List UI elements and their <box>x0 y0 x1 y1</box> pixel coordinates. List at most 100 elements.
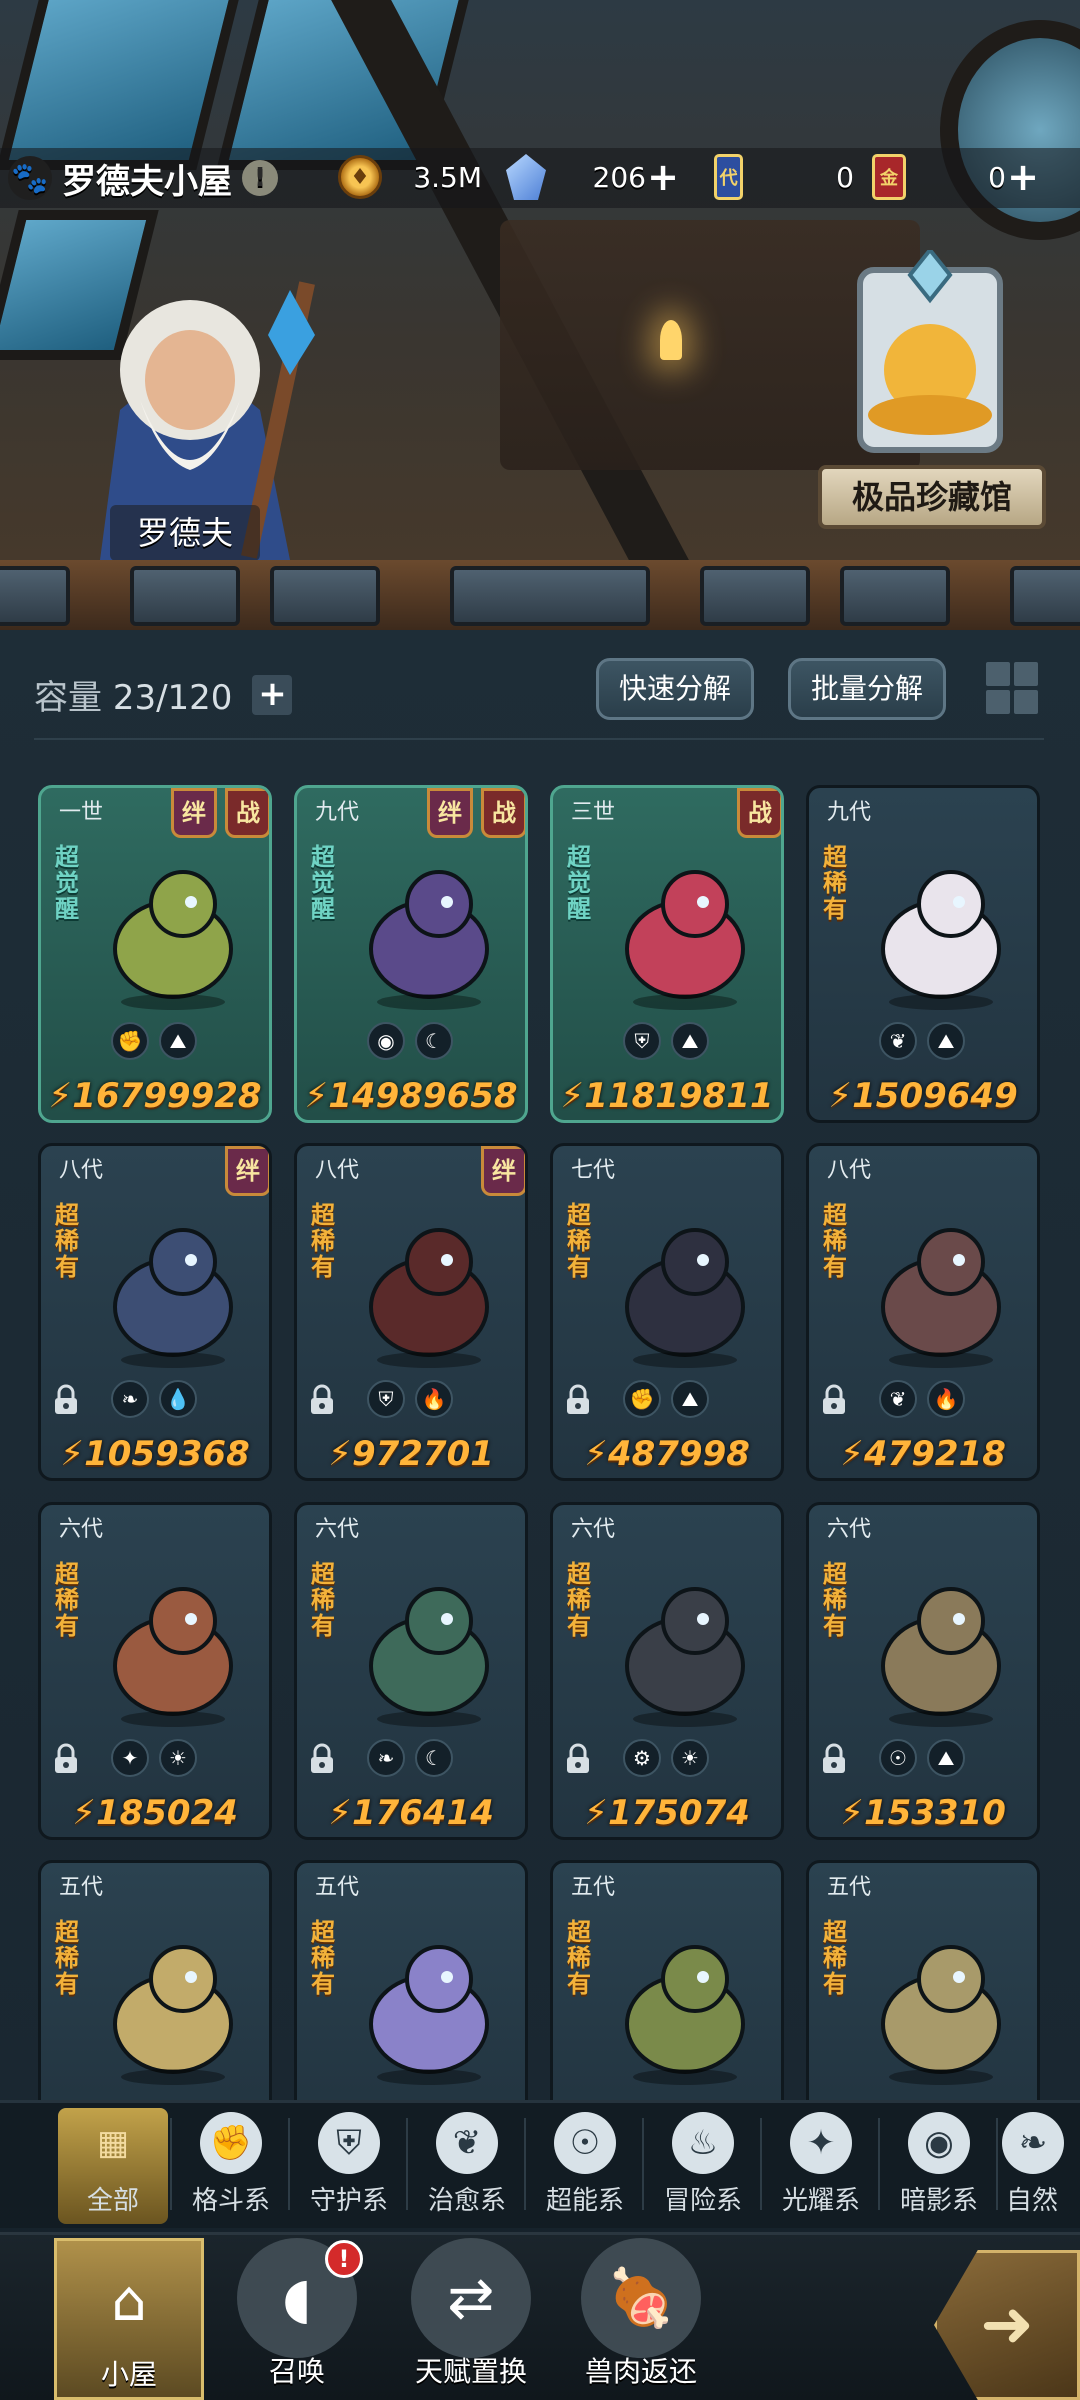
category-label: 自然 <box>1005 2186 1058 2216</box>
monster-portrait <box>369 870 489 1010</box>
category-tab[interactable]: ♨ 冒险系 <box>648 2108 758 2224</box>
trait-icons: ✊ ⛰ <box>553 1380 781 1420</box>
monster-card[interactable]: 八代绊超稀有 ⛨ 🔥 ⚡972701 <box>294 1143 528 1481</box>
museum-throne[interactable] <box>840 250 1020 460</box>
category-label: 暗影系 <box>899 2186 978 2216</box>
bond-badge: 绊 <box>427 788 473 838</box>
dai-card-icon: 代 <box>714 154 744 200</box>
category-tab[interactable]: ☉ 超能系 <box>530 2108 640 2224</box>
generation-label: 五代 <box>827 1875 872 1900</box>
museum-button[interactable]: 极品珍藏馆 <box>818 465 1046 529</box>
trait-icons: ☉ ⛰ <box>809 1739 1037 1779</box>
super-rare-label: 超稀有 <box>823 1918 847 1998</box>
monster-card[interactable]: 六代 超稀有 ✦ ☀ ⚡185024 <box>38 1502 272 1840</box>
super-rare-label: 超稀有 <box>823 1560 847 1640</box>
coin-icon: ♦ <box>338 155 382 199</box>
category-label: 光耀系 <box>781 2186 860 2216</box>
monster-card[interactable]: 五代 超稀有 <box>550 1860 784 2130</box>
dai-card-counter: 代 0 <box>714 152 854 202</box>
trait-icons: ⛨ 🔥 <box>297 1380 525 1420</box>
batch-decompose-button[interactable]: 批量分解 <box>788 658 947 720</box>
category-tab[interactable]: ⛨ 守护系 <box>294 2108 404 2224</box>
category-tab[interactable]: ✦ 光耀系 <box>766 2108 876 2224</box>
coin-counter: ♦ 3.5M <box>338 152 488 202</box>
meat-icon: 🍖 <box>581 2238 701 2358</box>
grid-view-icon[interactable] <box>984 660 1040 716</box>
nav-house[interactable]: ⌂ 小屋 <box>54 2238 204 2400</box>
monster-card[interactable]: 五代 超稀有 <box>294 1860 528 2130</box>
summon-alert-badge: ! <box>325 2240 363 2278</box>
generation-label: 八代 <box>315 1158 360 1183</box>
category-label: 冒险系 <box>663 2186 742 2216</box>
alien-icon: ☉ <box>879 1739 917 1777</box>
rock-icon: ⛰ <box>927 1022 965 1060</box>
hut-title: 🐾 罗德夫小屋 ! <box>8 150 278 206</box>
category-tab[interactable]: ▦ 全部 <box>58 2108 168 2224</box>
trait-icons: ✊ ⛰ <box>41 1022 269 1062</box>
add-crystal-button[interactable]: + <box>646 158 680 196</box>
monster-card[interactable]: 五代 超稀有 <box>38 1860 272 2130</box>
monster-portrait <box>113 1945 233 2085</box>
monster-card[interactable]: 三世战超觉醒 ⛨ ⛰ ⚡11819811 <box>550 785 784 1123</box>
generation-label: 六代 <box>315 1517 360 1542</box>
add-jin-card-button[interactable]: + <box>1006 158 1040 196</box>
jin-card-value: 0 <box>988 160 1006 194</box>
capacity: 容量 23/120 + <box>34 670 293 719</box>
category-separator <box>878 2118 880 2210</box>
monster-card[interactable]: 九代 超稀有 ❦ ⛰ ⚡1509649 <box>806 785 1040 1123</box>
category-tab[interactable]: ◉ 暗影系 <box>884 2108 994 2224</box>
expand-capacity-button[interactable]: + <box>252 674 293 715</box>
category-separator <box>760 2118 762 2210</box>
nav-meat[interactable]: 🍖 兽肉返还 <box>566 2238 716 2400</box>
monster-portrait <box>369 1945 489 2085</box>
battle-badge: 战 <box>737 788 781 838</box>
fist-icon: ✊ <box>623 1380 661 1418</box>
category-tab[interactable]: ❦ 治愈系 <box>412 2108 522 2224</box>
monster-card[interactable]: 五代超稀有 <box>806 1860 1040 2130</box>
quick-decompose-button[interactable]: 快速分解 <box>596 658 755 720</box>
shield-icon: ⛨ <box>318 2112 380 2174</box>
flame-icon: ♨ <box>672 2112 734 2174</box>
category-tab[interactable]: ✊ 格斗系 <box>176 2108 286 2224</box>
super-rare-label: 超稀有 <box>55 1201 79 1281</box>
fist-icon: ✊ <box>200 2112 262 2174</box>
monster-portrait <box>113 870 233 1010</box>
bond-badge: 绊 <box>481 1146 525 1196</box>
monster-card[interactable]: 八代 超稀有 ❦ 🔥 ⚡479218 <box>806 1143 1040 1481</box>
category-separator <box>996 2118 998 2210</box>
generation-label: 一世 <box>59 800 104 825</box>
monster-portrait <box>113 1228 233 1368</box>
leaf-icon: ❦ <box>879 1380 917 1418</box>
leaf-flame-icon: ❧ <box>1002 2112 1064 2174</box>
npc-name-label: 罗德夫 <box>110 505 260 561</box>
monster-card[interactable]: 六代 超稀有 ☉ ⛰ ⚡153310 <box>806 1502 1040 1840</box>
power-value: ⚡175074 <box>584 1793 750 1833</box>
monster-card[interactable]: 七代 超稀有 ✊ ⛰ ⚡487998 <box>550 1143 784 1481</box>
category-separator <box>170 2118 172 2210</box>
moon-icon: ☾ <box>415 1739 453 1777</box>
eye-icon: ◉ <box>367 1022 405 1060</box>
battle-badge: 战 <box>225 788 269 838</box>
info-icon[interactable]: ! <box>242 160 278 196</box>
candle-icon <box>660 320 682 360</box>
monster-card[interactable]: 一世战绊超觉醒 ✊ ⛰ ⚡16799928 <box>38 785 272 1123</box>
attic-window <box>0 0 244 170</box>
generation-label: 七代 <box>571 1158 616 1183</box>
super-awakened-label: 超觉醒 <box>55 843 79 923</box>
generation-label: 五代 <box>571 1875 616 1900</box>
monster-card[interactable]: 六代 超稀有 ⚙ ☀ ⚡175074 <box>550 1502 784 1840</box>
power-value: ⚡1509649 <box>828 1076 1018 1116</box>
power-value: ⚡16799928 <box>48 1076 262 1116</box>
monster-card[interactable]: 六代 超稀有 ❧ ☾ ⚡176414 <box>294 1502 528 1840</box>
generation-label: 九代 <box>827 800 872 825</box>
monster-portrait <box>625 1945 745 2085</box>
power-value: ⚡185024 <box>72 1793 238 1833</box>
monster-card[interactable]: 九代战绊超觉醒 ◉ ☾ ⚡14989658 <box>294 785 528 1123</box>
battle-badge: 战 <box>481 788 525 838</box>
generation-label: 五代 <box>315 1875 360 1900</box>
category-tab[interactable]: ❧ 自然 <box>1002 2108 1064 2224</box>
monster-portrait <box>625 1228 745 1368</box>
nav-swap[interactable]: ⇄ 天赋置换 <box>396 2238 546 2400</box>
monster-card[interactable]: 八代绊超稀有 ❧ 💧 ⚡1059368 <box>38 1143 272 1481</box>
trait-icons: ⚙ ☀ <box>553 1739 781 1779</box>
